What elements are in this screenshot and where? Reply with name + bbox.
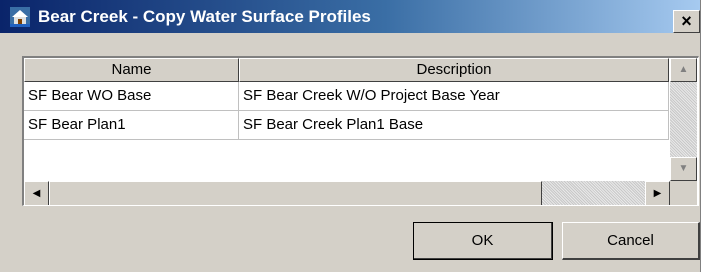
arrow-right-icon: ▶ xyxy=(653,188,662,199)
column-header-description[interactable]: Description xyxy=(239,58,669,82)
title-bar[interactable]: Bear Creek - Copy Water Surface Profiles… xyxy=(0,0,700,33)
arrow-down-icon: ▼ xyxy=(678,163,689,174)
cell-name[interactable]: SF Bear WO Base xyxy=(24,82,239,111)
table-row[interactable]: SF Bear Plan1 SF Bear Creek Plan1 Base xyxy=(24,111,669,140)
cell-name[interactable]: SF Bear Plan1 xyxy=(24,111,239,140)
copy-profiles-dialog: Bear Creek - Copy Water Surface Profiles… xyxy=(0,0,701,272)
arrow-left-icon: ◀ xyxy=(32,188,41,199)
close-icon: × xyxy=(681,11,692,31)
scroll-right-button[interactable]: ▶ xyxy=(645,181,670,205)
scroll-up-button[interactable]: ▲ xyxy=(670,58,697,82)
profiles-table: Name Description SF Bear WO Base SF Bear… xyxy=(22,56,699,206)
column-header-name[interactable]: Name xyxy=(24,58,239,82)
window-title: Bear Creek - Copy Water Surface Profiles xyxy=(38,7,371,26)
horizontal-scrollbar[interactable]: ◀ ▶ xyxy=(24,181,697,205)
cell-description[interactable]: SF Bear Creek W/O Project Base Year xyxy=(239,82,669,111)
table-header: Name Description xyxy=(24,58,669,82)
arrow-up-icon: ▲ xyxy=(678,64,689,75)
hecras-app-icon xyxy=(10,7,30,27)
close-button[interactable]: × xyxy=(673,10,700,33)
scrollbar-corner xyxy=(670,181,697,205)
cell-description[interactable]: SF Bear Creek Plan1 Base xyxy=(239,111,669,140)
horizontal-scroll-thumb[interactable] xyxy=(49,181,542,205)
ok-button[interactable]: OK xyxy=(413,222,553,260)
vertical-scrollbar[interactable]: ▲ ▼ xyxy=(670,58,697,181)
scroll-down-button[interactable]: ▼ xyxy=(670,157,697,181)
cancel-button[interactable]: Cancel xyxy=(562,222,700,260)
table-row[interactable]: SF Bear WO Base SF Bear Creek W/O Projec… xyxy=(24,82,669,111)
scroll-left-button[interactable]: ◀ xyxy=(24,181,49,205)
